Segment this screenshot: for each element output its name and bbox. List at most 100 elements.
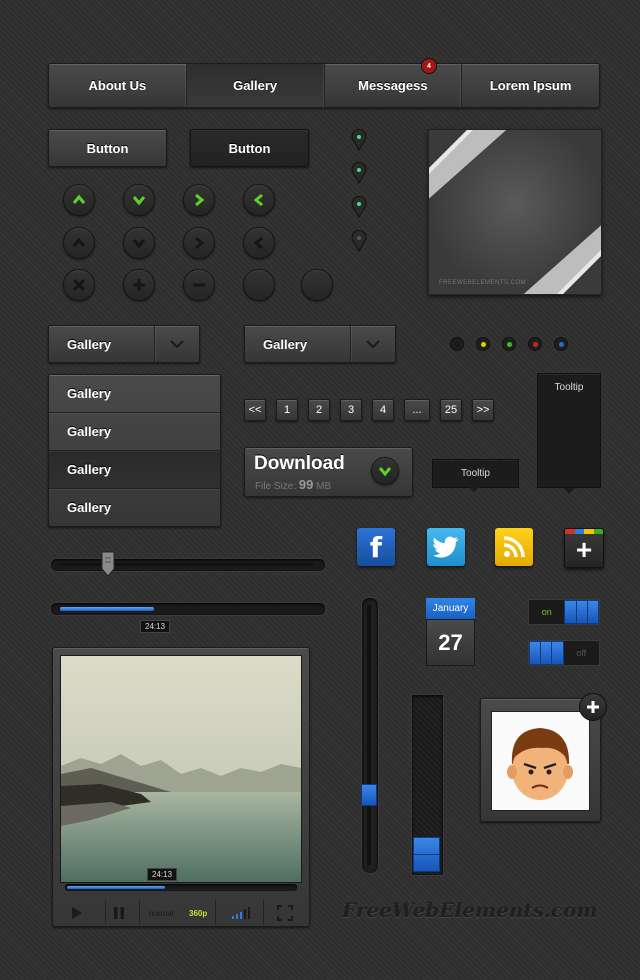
page-button-2[interactable]: 2 [308, 399, 330, 421]
nav-item-label: About Us [88, 78, 147, 93]
page-button-1[interactable]: 1 [276, 399, 298, 421]
page-button-25[interactable]: 25 [440, 399, 462, 421]
nav-item-gallery[interactable]: Gallery [186, 64, 325, 107]
facebook-button[interactable]: f [357, 528, 395, 566]
quality-selector[interactable]: 360p [189, 909, 207, 918]
volume-icon[interactable] [231, 906, 251, 920]
chevron-up-icon [72, 194, 86, 204]
calendar-month: January [426, 598, 475, 619]
control-divider [139, 900, 140, 924]
nav-item-label: Gallery [233, 78, 278, 93]
chevron-left-icon [253, 236, 263, 250]
menu-item[interactable]: Gallery [49, 413, 220, 451]
add-button[interactable] [123, 269, 155, 301]
progress-time: 24:13 [140, 620, 171, 633]
down-button-dark[interactable] [123, 227, 155, 259]
size-unit: MB [316, 481, 332, 492]
toggle-label: on [541, 607, 552, 617]
up-button[interactable] [63, 184, 95, 216]
button-label: Button [228, 140, 271, 156]
dark-button[interactable]: Button [190, 129, 309, 167]
tooltip-text: Tooltip [461, 468, 490, 479]
photo-frame: FREEWEBELEMENTS.COM [428, 129, 602, 295]
nav-item-messagess[interactable]: Messagess [325, 64, 463, 107]
menu-item[interactable]: Gallery [49, 375, 220, 413]
chevron-down-icon [132, 239, 146, 249]
photo-corner-tape [523, 225, 601, 294]
rss-icon [503, 536, 525, 558]
map-pin-icon[interactable] [351, 162, 367, 184]
chevron-up-icon [72, 237, 86, 247]
page-first-button[interactable]: << [244, 399, 266, 421]
down-button[interactable] [123, 184, 155, 216]
dropdown-value: Gallery [263, 336, 308, 352]
player-progress-fill [67, 886, 166, 889]
light-button[interactable]: Button [48, 129, 167, 167]
add-avatar-button[interactable] [579, 693, 607, 721]
toggle-label: off [576, 648, 587, 658]
status-leds [450, 337, 568, 351]
google-plus-button[interactable]: + [564, 528, 604, 568]
map-pin-icon[interactable] [351, 230, 367, 252]
page-button-4[interactable]: 4 [372, 399, 394, 421]
google-plus-stripe [565, 529, 603, 534]
rss-button[interactable] [495, 528, 533, 566]
close-button[interactable] [63, 269, 95, 301]
facebook-icon: f [369, 530, 383, 564]
page-button-3[interactable]: 3 [340, 399, 362, 421]
pause-icon[interactable] [113, 906, 125, 920]
right-button-dark[interactable] [183, 227, 215, 259]
fullscreen-icon[interactable] [277, 905, 293, 921]
photo-corner-tape [429, 130, 507, 199]
download-button[interactable]: Download File Size: 99 MB [244, 447, 413, 497]
toggle-on[interactable]: on [528, 599, 600, 625]
vertical-slider-groove [367, 605, 371, 865]
size-value: 99 [298, 477, 314, 492]
pagination: << 1 2 3 4 ... 25 >> [244, 399, 494, 421]
page-last-button[interactable]: >> [472, 399, 494, 421]
gallery-menu: Gallery Gallery Gallery Gallery [48, 374, 221, 527]
tooltip-arrow [563, 488, 575, 494]
menu-item[interactable]: Gallery [49, 489, 220, 526]
menu-item-selected[interactable]: Gallery [49, 451, 220, 489]
button-label: Button [86, 140, 129, 156]
download-title: Download [254, 453, 345, 474]
notification-badge: 4 [421, 58, 437, 74]
map-pin-icon[interactable] [351, 196, 367, 218]
tooltip-text: Tooltip [554, 382, 584, 393]
playback-mode[interactable]: normal [149, 909, 173, 918]
nav-item-about-us[interactable]: About Us [49, 64, 187, 107]
download-size: File Size: 99 MB [255, 477, 331, 492]
status-led-red [528, 337, 542, 351]
map-pin-icon[interactable] [351, 129, 367, 151]
tooltip-horizontal: Tooltip [432, 459, 519, 488]
menu-item-label: Gallery [67, 500, 112, 515]
menu-item-label: Gallery [67, 462, 112, 477]
vertical-slider-handle[interactable] [361, 783, 377, 806]
right-button[interactable] [183, 184, 215, 216]
up-button-dark[interactable] [63, 227, 95, 259]
minus-icon [193, 283, 205, 287]
video-frame[interactable] [60, 655, 302, 883]
left-button-dark[interactable] [243, 227, 275, 259]
blank-button-large[interactable] [301, 269, 333, 301]
plus-icon [587, 701, 599, 713]
blank-button[interactable] [243, 269, 275, 301]
size-prefix: File Size: [255, 481, 297, 492]
plus-icon: + [575, 533, 593, 565]
status-led-blue [554, 337, 568, 351]
slider-handle[interactable] [101, 551, 115, 577]
nav-item-lorem-ipsum[interactable]: Lorem Ipsum [462, 64, 599, 107]
gallery-dropdown-1[interactable]: Gallery [48, 325, 200, 363]
gallery-dropdown-2[interactable]: Gallery [244, 325, 396, 363]
left-button[interactable] [243, 184, 275, 216]
download-arrow [371, 457, 399, 485]
avatar [491, 711, 590, 811]
play-icon[interactable] [71, 906, 83, 920]
plus-icon [133, 279, 145, 291]
toggle-off[interactable]: off [528, 640, 600, 666]
slider-groove [60, 563, 314, 566]
twitter-button[interactable] [427, 528, 465, 566]
calendar-widget: January 27 [426, 598, 475, 666]
remove-button[interactable] [183, 269, 215, 301]
